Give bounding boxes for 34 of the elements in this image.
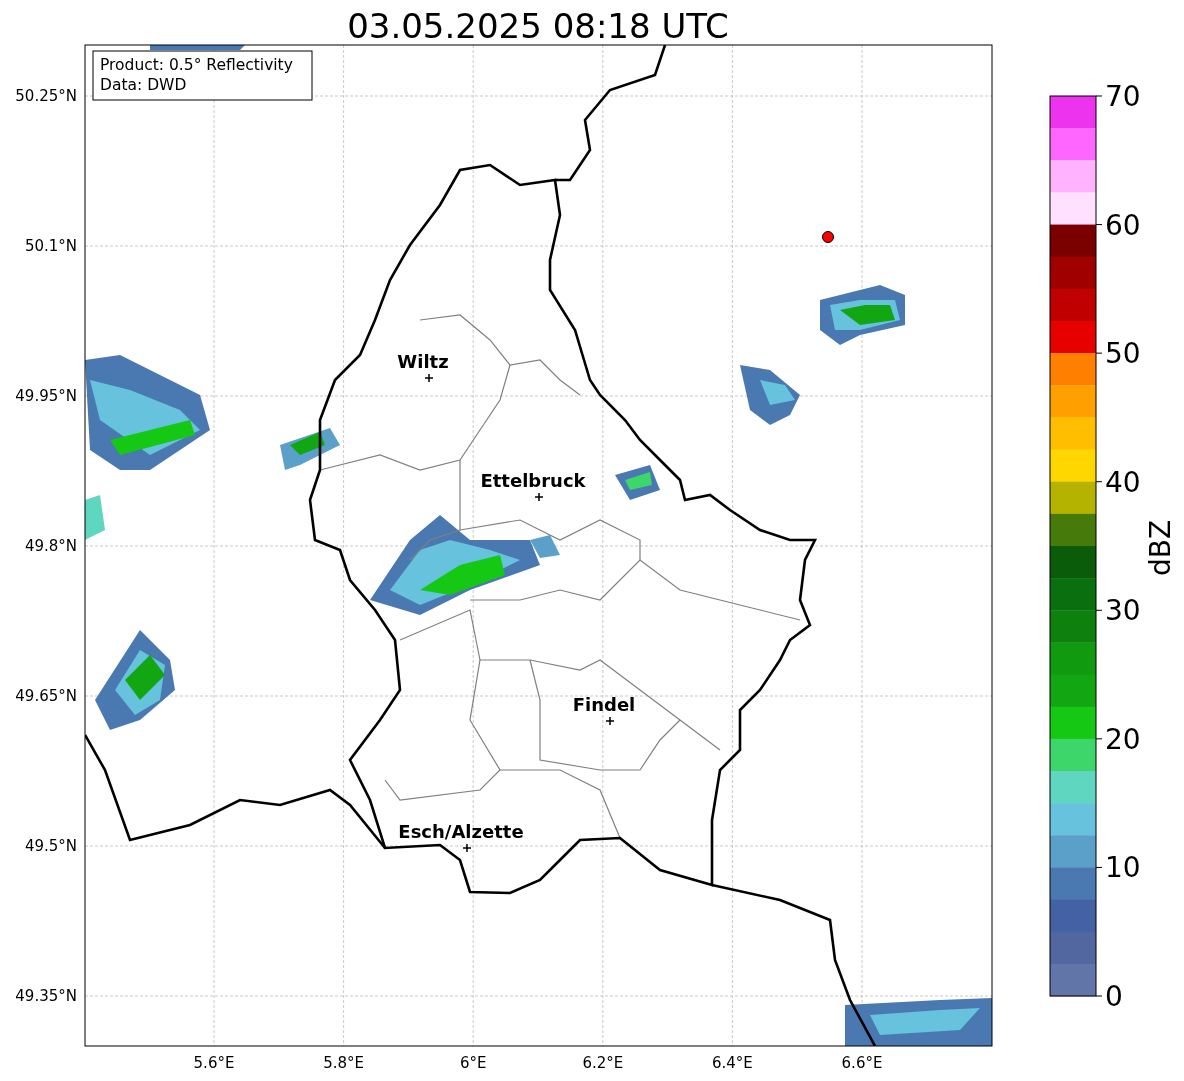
longitude-tick-label: 5.8°E bbox=[323, 1054, 364, 1072]
latitude-tick-label: 50.25°N bbox=[15, 87, 77, 105]
info-text: Product: 0.5° Reflectivity bbox=[100, 56, 293, 74]
longitude-tick-label: 6.4°E bbox=[712, 1054, 753, 1072]
colorbar-tick-label: 30 bbox=[1105, 594, 1141, 628]
colorbar-tick-label: 50 bbox=[1105, 337, 1141, 371]
longitude-tick-label: 6.2°E bbox=[582, 1054, 624, 1072]
latitude-tick-label: 49.5°N bbox=[24, 837, 77, 855]
longitude-tick-label: 5.6°E bbox=[193, 1054, 235, 1072]
colorbar-label: dBZ bbox=[1144, 519, 1177, 577]
longitude-tick-label: 6.6°E bbox=[841, 1054, 883, 1072]
latitude-tick-label: 49.35°N bbox=[15, 987, 77, 1005]
city-label: Esch/Alzette bbox=[398, 821, 524, 842]
plus-marker-icon bbox=[424, 373, 434, 383]
colorbar-tick-label: 40 bbox=[1105, 465, 1141, 499]
colorbar-tick-label: 0 bbox=[1105, 980, 1123, 1013]
city-label: Ettelbruck bbox=[480, 470, 586, 491]
city-label: Findel bbox=[572, 694, 636, 715]
latitude-tick-label: 49.65°N bbox=[15, 687, 77, 705]
plus-marker-icon bbox=[462, 843, 472, 853]
chart-title: 03.05.2025 08:18 UTC bbox=[347, 6, 729, 46]
colorbar-tick-label: 20 bbox=[1105, 722, 1141, 756]
colorbar-tick-label: 10 bbox=[1105, 851, 1141, 885]
city-label: Wiltz bbox=[397, 351, 449, 372]
colorbar-tick-label: 60 bbox=[1105, 208, 1141, 242]
plus-marker-icon bbox=[534, 492, 544, 502]
latitude-tick-label: 50.1°N bbox=[24, 237, 77, 255]
latitude-tick-label: 49.95°N bbox=[15, 387, 77, 405]
radar-site-marker bbox=[822, 231, 834, 243]
plus-marker-icon bbox=[605, 716, 615, 726]
colorbar-tick-label: 70 bbox=[1105, 80, 1141, 113]
info-text: Data: DWD bbox=[100, 76, 187, 94]
latitude-tick-label: 49.8°N bbox=[24, 537, 77, 555]
longitude-tick-label: 6°E bbox=[459, 1054, 487, 1072]
